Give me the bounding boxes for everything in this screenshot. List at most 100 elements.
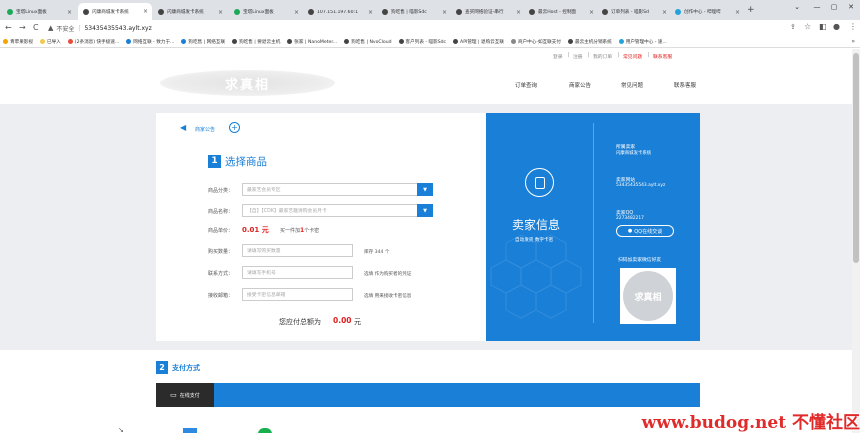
tab-close-icon[interactable]: × xyxy=(218,9,223,16)
payment-method-icon[interactable] xyxy=(183,428,197,433)
payment-card-icon: ▭ xyxy=(170,391,177,399)
site-logo[interactable]: 求真相 xyxy=(160,70,335,96)
tab-favicon-icon xyxy=(382,9,388,15)
browser-tab[interactable]: 订单列表 - 喵影Sd × xyxy=(597,5,671,19)
top-links: 登录 | 注册 | 我的订单 | 常见问题 | 联系客服 xyxy=(0,49,852,64)
page-scrollbar[interactable] xyxy=(852,49,860,433)
profile-icon[interactable]: ● xyxy=(833,22,840,31)
back-icon[interactable]: ← xyxy=(5,23,12,32)
wechat-qr-code[interactable]: 求真相 xyxy=(620,268,676,324)
browser-tab[interactable]: 狗吃售 | 喵影Sdc × xyxy=(377,5,451,19)
bookmark-item[interactable]: 已导入 xyxy=(39,39,61,45)
bookmarks-overflow-icon[interactable]: » xyxy=(851,38,855,45)
tab-favicon-icon xyxy=(529,9,535,15)
browser-tab[interactable]: 宝塔Linux面板 × xyxy=(229,5,303,19)
megaphone-icon: ◀ xyxy=(180,123,187,132)
nav-order-query[interactable]: 订单查询 xyxy=(515,81,537,89)
email-placeholder: 接受卡密信息邮箱 xyxy=(247,293,286,298)
close-window-icon[interactable]: ✕ xyxy=(840,3,860,11)
tab-close-icon[interactable]: × xyxy=(294,9,299,16)
chevron-down-icon[interactable]: ▼ xyxy=(417,183,433,196)
qq-chat-button[interactable]: ● QQ在线交谈 xyxy=(616,225,674,237)
bookmark-favicon-icon xyxy=(3,39,8,44)
my-orders-link[interactable]: 我的订单 xyxy=(593,53,612,60)
bookmark-item[interactable]: 张家 | NanoMeter... xyxy=(287,39,337,45)
browser-tab[interactable]: 闪康商城发卡系统 × xyxy=(78,3,152,20)
bookmark-item[interactable]: 商户中心-如互联支付 xyxy=(510,39,561,45)
scrollbar-thumb[interactable] xyxy=(853,53,859,263)
bookmark-item[interactable]: (2条消息) 快手极速... xyxy=(67,39,119,45)
tab-close-icon[interactable]: × xyxy=(67,9,72,16)
qr-avatar: 求真相 xyxy=(623,271,673,321)
bookmark-item[interactable]: 狗吃售 | 要退云主机 xyxy=(232,39,280,45)
bulk-prefix: 买一件加 xyxy=(280,228,301,234)
contact-note: 选填 作为购买者的凭证 xyxy=(364,272,412,277)
sidebar-icon[interactable]: ◧ xyxy=(819,22,827,31)
nav-contact[interactable]: 联系客服 xyxy=(674,81,696,89)
bookmark-item[interactable]: 狗吃售 | NvoCloud xyxy=(344,39,392,45)
chevron-down-icon[interactable]: ▼ xyxy=(417,204,433,217)
browser-tab[interactable]: 闪康商城发卡系统 × xyxy=(153,5,227,19)
bookmark-favicon-icon xyxy=(567,39,573,44)
star-icon[interactable]: ☆ xyxy=(804,22,811,31)
tab-strip: 宝塔Linux面板 × 闪康商城发卡系统 × 闪康商城发卡系统 × 宝塔Linux面板 × 10… xyxy=(0,0,860,20)
site-label: 卖家网站 xyxy=(616,178,636,183)
notice-label[interactable]: 商家公告 xyxy=(195,126,215,133)
email-label: 接收邮箱： xyxy=(208,293,234,299)
address-bar-row: ← → C ▲ 不安全 | 53435435543.aylt.xyz ⇪ ☆ ◧… xyxy=(0,20,860,36)
bookmark-label: 狗吃售 | 要退云主机 xyxy=(239,39,281,45)
faq-link[interactable]: 常见问题 xyxy=(623,53,642,60)
bookmark-item[interactable]: 青苹果影视 xyxy=(3,39,33,45)
tab-favicon-icon xyxy=(308,9,314,15)
online-payment-tab[interactable]: ▭ 在线支付 xyxy=(156,383,214,407)
bookmark-favicon-icon xyxy=(618,39,624,44)
address-field[interactable]: ▲ 不安全 | 53435435543.aylt.xyz xyxy=(48,22,783,34)
nav-faq[interactable]: 常见问题 xyxy=(621,81,643,89)
tab-close-icon[interactable]: × xyxy=(442,9,447,16)
tab-search-icon[interactable]: ⌄ xyxy=(786,3,808,11)
seller-divider xyxy=(593,123,594,323)
new-tab-button[interactable]: + xyxy=(747,5,755,15)
bookmark-item[interactable]: 网络互联 - 致力于... xyxy=(126,39,174,45)
logo-text: 求真相 xyxy=(224,77,270,93)
login-link[interactable]: 登录 xyxy=(553,53,563,60)
forward-icon[interactable]: → xyxy=(19,23,26,32)
bookmark-item[interactable]: 狗吃售 | 网络互联 xyxy=(181,39,225,45)
site-header: 求真相 订单查询 商家公告 常见问题 联系客服 xyxy=(0,64,852,104)
price-label: 商品单价： xyxy=(208,228,234,234)
browser-tab[interactable]: 创作中心 - 哔哩哔 × xyxy=(670,5,744,19)
browser-tab[interactable]: 宝塔Linux面板 × xyxy=(2,5,76,19)
tab-favicon-icon xyxy=(234,9,240,15)
bookmark-item[interactable]: 最云主机分销系统 xyxy=(567,39,612,45)
payment-method-icon[interactable] xyxy=(258,428,272,433)
browser-tab[interactable]: 最云Host - 控制面 × xyxy=(524,5,598,19)
browser-tab[interactable]: 查买网络验证-串行 × xyxy=(451,5,525,19)
tab-close-icon[interactable]: × xyxy=(662,9,667,16)
product-select[interactable]: 【自】【CDK】最家艺趣清购会员月卡 ▼ xyxy=(242,204,433,217)
quantity-input[interactable]: 请填写购买数量 xyxy=(242,244,353,257)
bookmark-favicon-icon xyxy=(67,39,73,44)
category-select[interactable]: 最家艺会员专区 ▼ xyxy=(242,183,433,196)
bookmark-label: 商户中心-如互联支付 xyxy=(517,39,561,45)
tab-close-icon[interactable]: × xyxy=(143,8,148,15)
reload-icon[interactable]: C xyxy=(33,23,39,32)
bookmark-item[interactable]: API管理 | 退购云互联 xyxy=(453,39,504,45)
tab-close-icon[interactable]: × xyxy=(516,9,521,16)
bookmark-label: 张家 | NanoMeter... xyxy=(294,39,338,45)
menu-icon[interactable]: ⋮ xyxy=(849,22,857,31)
browser-tab[interactable]: 107.151.197.60:1 × xyxy=(303,5,377,19)
register-link[interactable]: 注册 xyxy=(573,53,583,60)
tab-close-icon[interactable]: × xyxy=(589,9,594,16)
tab-close-icon[interactable]: × xyxy=(735,9,740,16)
site-value: 53435435543.aylt.xyz xyxy=(616,183,666,188)
nav-merchant-notice[interactable]: 商家公告 xyxy=(569,81,591,89)
stock-text: 库存 344 个 xyxy=(364,250,390,255)
email-input[interactable]: 接受卡密信息邮箱 xyxy=(242,288,353,301)
tab-close-icon[interactable]: × xyxy=(368,9,373,16)
bookmark-item[interactable]: 客户列表 - 喵影Sdc xyxy=(398,39,446,45)
bookmark-item[interactable]: 用户管理中心 - 速... xyxy=(618,39,667,45)
contact-service-link[interactable]: 联系客服 xyxy=(653,53,672,60)
share-icon[interactable]: ⇪ xyxy=(790,23,796,31)
notice-expand-icon[interactable]: + xyxy=(229,122,240,133)
contact-input[interactable]: 请填写手机号 xyxy=(242,266,353,279)
